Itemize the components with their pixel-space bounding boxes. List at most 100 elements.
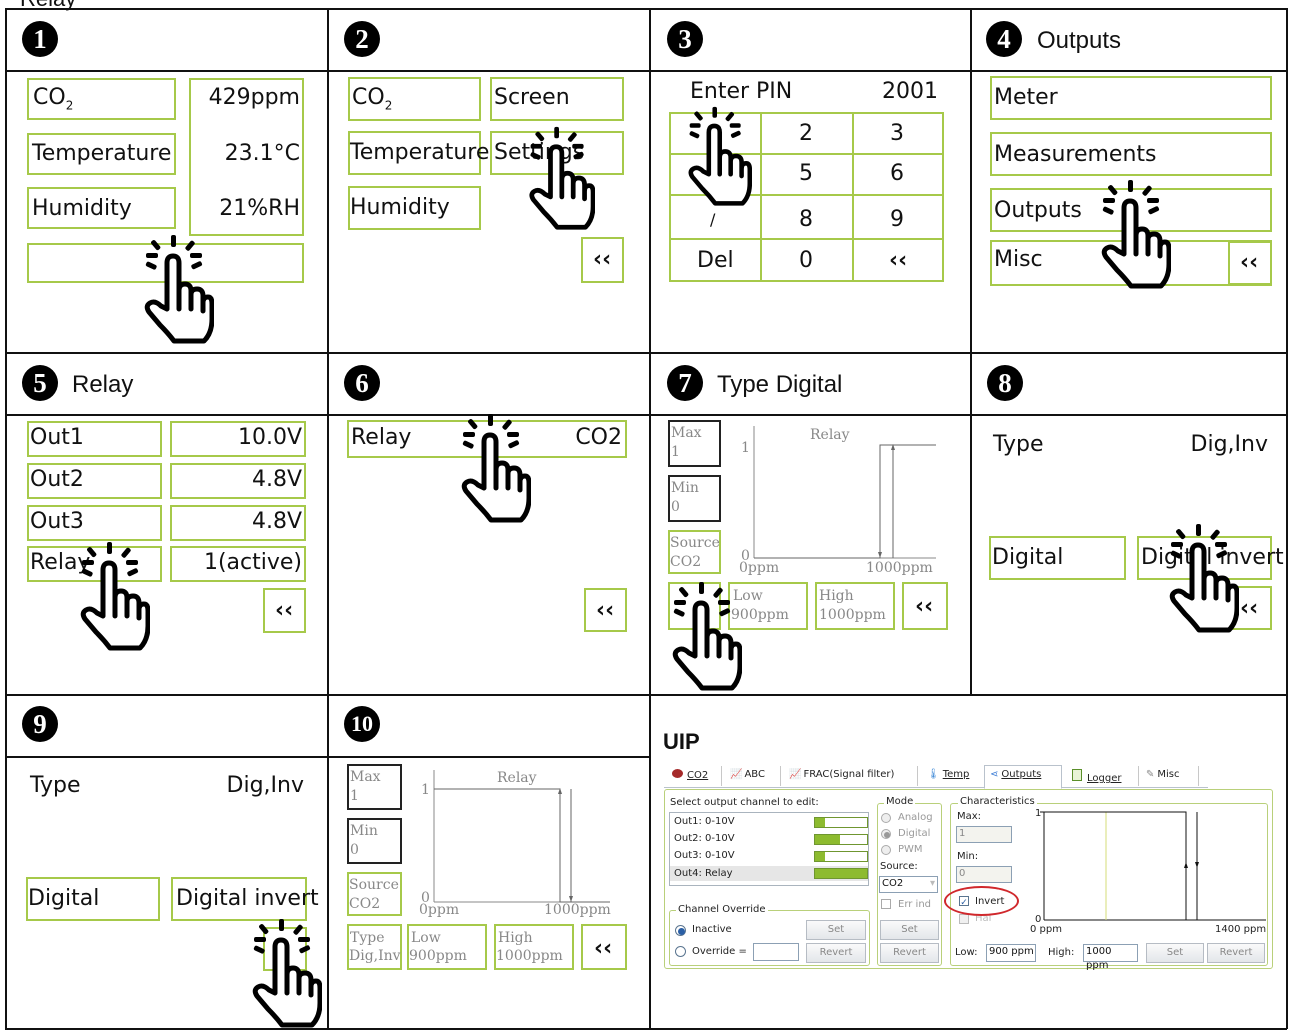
- menu-screen-label: Screen: [494, 85, 570, 110]
- channel-out2[interactable]: Out2: 0-10V: [674, 833, 735, 845]
- max-label: Max: [671, 425, 702, 441]
- tap-hand-icon: [1169, 524, 1239, 633]
- tap-hand-icon: [80, 542, 150, 651]
- step-number-7: 7: [667, 365, 703, 401]
- tap-hand-icon: [1101, 180, 1171, 289]
- min-value: 0: [671, 499, 680, 515]
- source-select[interactable]: CO2 ▾: [879, 876, 938, 893]
- pwm-radio[interactable]: [881, 845, 891, 855]
- tab-outputs[interactable]: ⋖ Outputs: [990, 769, 1041, 781]
- channel-out1[interactable]: Out1: 0-10V: [674, 816, 735, 828]
- tab-separator: [1198, 766, 1199, 786]
- high-value: 1000ppm: [819, 607, 886, 623]
- channel-level-bar: [814, 817, 868, 828]
- key-6[interactable]: 6: [890, 161, 904, 187]
- grid-line: [5, 1028, 1287, 1030]
- key-0[interactable]: 0: [799, 248, 813, 274]
- key-5[interactable]: 5: [799, 161, 813, 187]
- high-input-value: 1000 ppm: [1086, 946, 1112, 971]
- key-8[interactable]: 8: [799, 207, 813, 233]
- hal-checkbox[interactable]: [959, 914, 969, 924]
- uip-title: UIP: [663, 729, 700, 754]
- grid-line: [5, 694, 1287, 696]
- type-value: Dig,Inv: [349, 948, 401, 964]
- low-input[interactable]: 900 ppm: [986, 944, 1036, 962]
- tab-abc[interactable]: 📈 ABC: [730, 769, 765, 781]
- key-9[interactable]: 9: [890, 207, 904, 233]
- source-value: CO2: [670, 554, 702, 570]
- mode-set-button[interactable]: Set: [880, 920, 939, 940]
- low-value: 900ppm: [409, 948, 467, 964]
- max-value: 1: [350, 788, 359, 804]
- channel-level-bar: [814, 851, 868, 862]
- override-set-button[interactable]: Set: [806, 920, 866, 940]
- override-value-input[interactable]: [753, 943, 799, 961]
- char-chart-x-right: 1400 ppm: [1215, 924, 1267, 935]
- key-del[interactable]: Del: [697, 248, 734, 274]
- tap-hand-icon: [688, 106, 752, 206]
- menu-humidity-label: Humidity: [350, 195, 450, 220]
- override-radio[interactable]: [675, 946, 686, 957]
- step-number-9: 9: [22, 706, 58, 742]
- key-slash[interactable]: /: [710, 207, 715, 233]
- back-chevron-icon: ‹‹: [594, 936, 613, 961]
- menu-misc-label: Misc: [994, 247, 1043, 272]
- co2-label: CO2: [33, 85, 74, 113]
- key-back-chevron-icon[interactable]: ‹‹: [889, 248, 907, 274]
- tab-separator: [780, 766, 781, 786]
- characteristics-revert-button[interactable]: Revert: [1207, 943, 1265, 963]
- max-value: 1: [671, 444, 680, 460]
- menu-co2-label: CO2: [352, 85, 393, 113]
- out3-label: Out3: [30, 509, 84, 534]
- tab-temp[interactable]: 🌡 Temp: [927, 769, 969, 781]
- min-input-value: 0: [959, 868, 966, 879]
- digital-radio[interactable]: [881, 829, 891, 839]
- chart-title: Relay: [810, 427, 850, 443]
- characteristics-set-button[interactable]: Set: [1146, 943, 1204, 963]
- tab-co2[interactable]: CO2: [672, 769, 708, 782]
- digital-label: Digital: [898, 828, 931, 839]
- tab-misc[interactable]: ✎ Misc: [1146, 769, 1180, 781]
- max-input[interactable]: 1: [956, 826, 1012, 843]
- chart-tab-icon: 📈: [789, 769, 802, 780]
- back-chevron-icon: ‹‹: [596, 598, 615, 623]
- err-ind-checkbox[interactable]: [881, 899, 891, 909]
- chart-x-right: 1000ppm: [866, 560, 933, 576]
- channel-out3[interactable]: Out3: 0-10V: [674, 850, 735, 862]
- low-label: Low:: [955, 947, 978, 958]
- out1-value: 10.0V: [237, 425, 302, 450]
- chart-tab-icon: 📈: [730, 769, 743, 780]
- relay-source-label: Relay: [351, 425, 412, 450]
- thermometer-tab-icon: 🌡: [927, 769, 940, 780]
- type-value: Dig,Inv: [226, 773, 304, 798]
- relay-chart: [753, 426, 936, 559]
- co2-value: 429ppm: [208, 85, 300, 110]
- channel-level-fill: [815, 852, 826, 861]
- mode-revert-button[interactable]: Revert: [880, 943, 939, 963]
- grid-line: [5, 8, 7, 1029]
- key-3[interactable]: 3: [890, 121, 904, 147]
- source-label: Source: [349, 877, 399, 893]
- menu-meter-label: Meter: [994, 85, 1058, 110]
- step-number-8: 8: [987, 365, 1023, 401]
- key-2[interactable]: 2: [799, 121, 813, 147]
- channel-out4[interactable]: Out4: Relay: [674, 868, 733, 880]
- inactive-label: Inactive: [692, 924, 732, 935]
- source-select-value: CO2: [882, 878, 904, 889]
- source-value: CO2: [349, 896, 381, 912]
- tab-frac[interactable]: 📈 FRAC(Signal filter): [789, 769, 894, 781]
- override-revert-button[interactable]: Revert: [806, 943, 866, 963]
- co2-tab-icon: [672, 769, 683, 778]
- low-input-value: 900 ppm: [989, 946, 1034, 957]
- inactive-radio[interactable]: [675, 925, 686, 936]
- min-input[interactable]: 0: [956, 866, 1012, 883]
- invert-highlight-ellipse: [944, 886, 1019, 916]
- panel-5-title: Relay: [72, 371, 134, 398]
- analog-radio[interactable]: [881, 813, 891, 823]
- high-input[interactable]: 1000 ppm: [1083, 944, 1138, 971]
- high-value: 1000ppm: [496, 948, 563, 964]
- chevron-down-icon: ▾: [929, 878, 935, 889]
- menu-measurements-label: Measurements: [994, 142, 1157, 167]
- min-label: Min:: [957, 851, 979, 862]
- tab-logger[interactable]: Logger: [1072, 769, 1121, 785]
